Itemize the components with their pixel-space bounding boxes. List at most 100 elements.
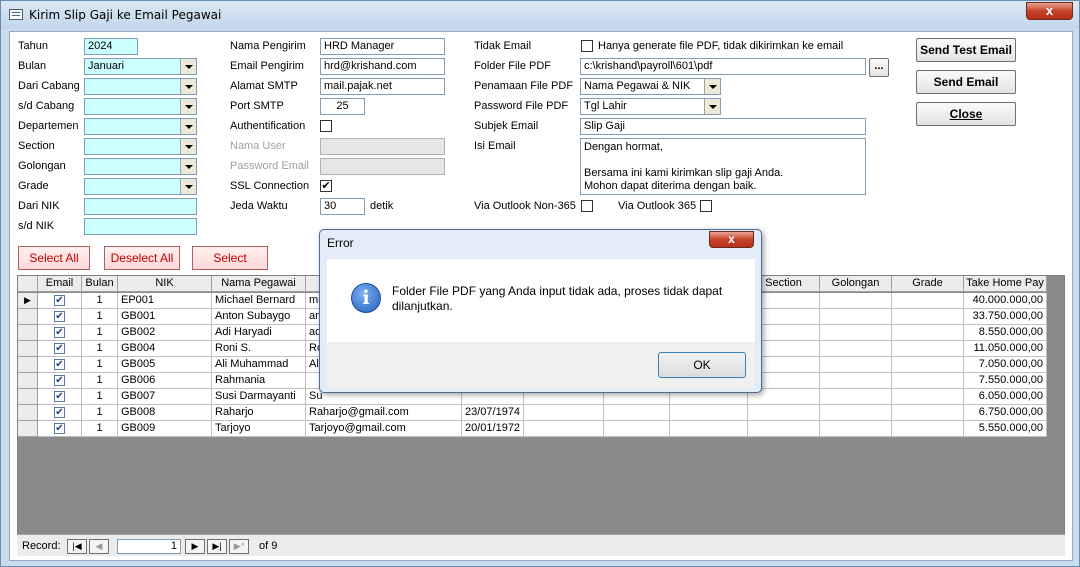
table-cell[interactable]: 7.550.000,00: [964, 373, 1047, 389]
col-nik[interactable]: NIK: [118, 276, 212, 292]
table-cell[interactable]: [892, 373, 964, 389]
table-cell[interactable]: 1: [82, 325, 118, 341]
send-email-button[interactable]: Send Email: [916, 70, 1016, 94]
chevron-down-icon[interactable]: [704, 99, 720, 114]
chevron-down-icon[interactable]: [180, 159, 196, 174]
table-cell[interactable]: GB006: [118, 373, 212, 389]
chevron-down-icon[interactable]: [704, 79, 720, 94]
table-cell[interactable]: 33.750.000,00: [964, 309, 1047, 325]
section-combo[interactable]: [84, 138, 197, 155]
table-cell[interactable]: 5.550.000,00: [964, 421, 1047, 437]
port-smtp-input[interactable]: 25: [320, 98, 365, 115]
table-cell[interactable]: 1: [82, 389, 118, 405]
table-cell[interactable]: Rahmania: [212, 373, 306, 389]
row-selector[interactable]: [18, 389, 38, 405]
row-selector[interactable]: [18, 341, 38, 357]
tidak-email-checkbox[interactable]: [581, 40, 593, 52]
password-pdf-combo[interactable]: Tgl Lahir: [580, 98, 721, 115]
folder-pdf-input[interactable]: c:\krishand\payroll\601\pdf: [580, 58, 866, 75]
table-cell[interactable]: [748, 421, 820, 437]
table-cell[interactable]: Susi Darmayanti: [212, 389, 306, 405]
table-cell[interactable]: ✔: [38, 389, 82, 405]
table-cell[interactable]: [892, 389, 964, 405]
next-record-icon[interactable]: ▶: [185, 539, 205, 554]
penamaan-pdf-combo[interactable]: Nama Pegawai & NIK: [580, 78, 721, 95]
table-cell[interactable]: [892, 357, 964, 373]
table-cell[interactable]: 7.050.000,00: [964, 357, 1047, 373]
table-cell[interactable]: [820, 373, 892, 389]
subjek-input[interactable]: Slip Gaji: [580, 118, 866, 135]
col-grade[interactable]: Grade: [892, 276, 964, 292]
table-cell[interactable]: GB001: [118, 309, 212, 325]
last-record-icon[interactable]: ▶|: [207, 539, 227, 554]
ssl-connection-checkbox[interactable]: ✔: [320, 180, 332, 192]
table-cell[interactable]: [892, 421, 964, 437]
table-cell[interactable]: [820, 421, 892, 437]
alamat-smtp-input[interactable]: mail.pajak.net: [320, 78, 445, 95]
table-cell[interactable]: [892, 405, 964, 421]
table-cell[interactable]: [524, 405, 604, 421]
chevron-down-icon[interactable]: [180, 79, 196, 94]
table-cell[interactable]: GB007: [118, 389, 212, 405]
row-selector[interactable]: [18, 405, 38, 421]
table-cell[interactable]: Tarjoyo@gmail.com: [306, 421, 462, 437]
email-pengirim-input[interactable]: hrd@krishand.com: [320, 58, 445, 75]
col-nama[interactable]: Nama Pegawai: [212, 276, 306, 292]
password-email-input[interactable]: [320, 158, 445, 175]
table-cell[interactable]: ✔: [38, 325, 82, 341]
table-cell[interactable]: 8.550.000,00: [964, 325, 1047, 341]
new-record-icon[interactable]: ▶*: [229, 539, 249, 554]
table-cell[interactable]: 40.000.000,00: [964, 293, 1047, 309]
chevron-down-icon[interactable]: [180, 99, 196, 114]
close-button[interactable]: Close: [916, 102, 1016, 126]
table-cell[interactable]: GB002: [118, 325, 212, 341]
sd-cabang-combo[interactable]: [84, 98, 197, 115]
chevron-down-icon[interactable]: [180, 139, 196, 154]
table-cell[interactable]: [892, 325, 964, 341]
col-golongan[interactable]: Golongan: [820, 276, 892, 292]
send-test-email-button[interactable]: Send Test Email: [916, 38, 1016, 62]
ok-button[interactable]: OK: [658, 352, 746, 378]
table-cell[interactable]: [604, 421, 670, 437]
table-cell[interactable]: ✔: [38, 421, 82, 437]
table-cell[interactable]: ✔: [38, 309, 82, 325]
table-cell[interactable]: [892, 293, 964, 309]
nama-user-input[interactable]: [320, 138, 445, 155]
record-number-input[interactable]: 1: [117, 539, 181, 554]
table-cell[interactable]: 1: [82, 373, 118, 389]
authentification-checkbox[interactable]: [320, 120, 332, 132]
table-cell[interactable]: GB009: [118, 421, 212, 437]
table-cell[interactable]: [820, 389, 892, 405]
table-cell[interactable]: [820, 341, 892, 357]
window-close-button[interactable]: x: [1026, 2, 1073, 20]
email-checkbox[interactable]: ✔: [54, 327, 65, 338]
via-outlook-365-checkbox[interactable]: [700, 200, 712, 212]
col-bulan[interactable]: Bulan: [82, 276, 118, 292]
table-cell[interactable]: [820, 357, 892, 373]
table-cell[interactable]: [670, 421, 748, 437]
table-cell[interactable]: 1: [82, 293, 118, 309]
table-cell[interactable]: Ali Muhammad: [212, 357, 306, 373]
table-cell[interactable]: 20/01/1972: [462, 421, 524, 437]
chevron-down-icon[interactable]: [180, 119, 196, 134]
email-checkbox[interactable]: ✔: [54, 407, 65, 418]
prev-record-icon[interactable]: ◀: [89, 539, 109, 554]
table-row[interactable]: ✔ 1 GB009 Tarjoyo Tarjoyo@gmail.com 20/01/197…: [18, 421, 1047, 437]
email-checkbox[interactable]: ✔: [54, 295, 65, 306]
sd-nik-input[interactable]: [84, 218, 197, 235]
select-all-button[interactable]: Select All: [18, 246, 90, 270]
table-cell[interactable]: ✔: [38, 405, 82, 421]
table-cell[interactable]: 1: [82, 309, 118, 325]
table-cell[interactable]: 1: [82, 341, 118, 357]
table-cell[interactable]: GB005: [118, 357, 212, 373]
first-record-icon[interactable]: |◀: [67, 539, 87, 554]
table-cell[interactable]: [892, 309, 964, 325]
email-checkbox[interactable]: ✔: [54, 423, 65, 434]
table-cell[interactable]: [892, 341, 964, 357]
table-cell[interactable]: [604, 405, 670, 421]
col-take-home-pay[interactable]: Take Home Pay: [964, 276, 1047, 292]
email-checkbox[interactable]: ✔: [54, 375, 65, 386]
table-cell[interactable]: Anton Subaygo: [212, 309, 306, 325]
table-cell[interactable]: ✔: [38, 341, 82, 357]
table-cell[interactable]: ✔: [38, 293, 82, 309]
